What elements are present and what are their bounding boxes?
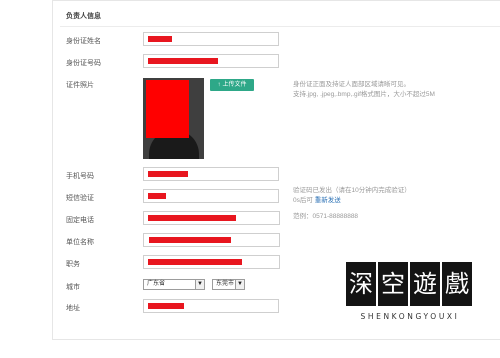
watermark-subtitle: SHENKONGYOUXI [360,312,460,321]
redacted-value [148,171,188,177]
redacted-value [148,215,236,221]
watermark-char: 遊 [410,262,440,306]
province-select-value: 广东省 [147,281,166,287]
id-photo-preview [143,78,204,159]
form-frame-left [52,0,53,340]
mobile-input[interactable] [143,167,279,181]
photo-hint-line2: 支持.jpg, .jpeg,.bmp,.gif格式图片，大小不超过5M [293,91,435,98]
watermark-logo: 深 空 遊 戲 SHENKONGYOUXI [346,262,474,325]
city-label: 城市 [66,284,80,291]
upload-button-label: 上传文件 [222,82,247,88]
redacted-value [149,237,231,243]
sms-code-input[interactable] [143,189,279,203]
sms-hint-line1: 验证码已发出（请在10分钟内完成验证） [293,187,411,194]
redacted-value [148,303,184,309]
watermark-char: 深 [346,262,376,306]
address-label: 地址 [66,305,80,312]
redacted-value [148,36,172,42]
photo-redaction [146,80,189,138]
mobile-label: 手机号码 [66,173,94,180]
landline-input[interactable] [143,211,280,225]
section-divider [60,26,500,27]
photo-hint-line1: 身份证正面及持证人面部区域请晰可见。 [293,81,410,88]
city-select[interactable]: 东莞市 ▼ [212,279,245,290]
id-photo-label: 证件照片 [66,82,94,89]
address-input[interactable] [143,299,279,313]
upload-file-button[interactable]: ↑ 上传文件 [210,79,254,91]
company-input[interactable] [143,233,280,247]
company-label: 单位名称 [66,239,94,246]
resend-link[interactable]: 重新发送 [315,197,341,204]
watermark-chars: 深 空 遊 戲 [346,262,474,306]
landline-hint: 范例：0571-88888888 [293,213,359,220]
photo-hint: 身份证正面及持证人面部区域请晰可见。 支持.jpg, .jpeg,.bmp,.g… [293,80,435,100]
id-number-label: 身份证号码 [66,60,101,67]
landline-label: 固定电话 [66,217,94,224]
chevron-down-icon: ▼ [235,280,244,289]
name-input[interactable] [143,32,279,46]
upload-arrow-icon: ↑ [217,82,221,88]
id-number-input[interactable] [143,54,279,68]
watermark-char: 空 [378,262,408,306]
sms-hint: 验证码已发出（请在10分钟内完成验证） 0s后可 重新发送 [293,186,411,206]
position-label: 职务 [66,261,80,268]
section-title: 负责人信息 [66,13,101,20]
redacted-value [148,259,242,265]
sms-label: 短信验证 [66,195,94,202]
watermark-char: 戲 [442,262,472,306]
position-input[interactable] [143,255,280,269]
redacted-value [148,58,218,64]
form-frame-bottom [52,339,500,340]
chevron-down-icon: ▼ [195,280,204,289]
redacted-value [148,193,166,199]
province-select[interactable]: 广东省 ▼ [143,279,205,290]
sms-countdown: 0s后可 [293,197,313,204]
form-frame-top [52,0,500,1]
name-label: 身份证姓名 [66,38,101,45]
city-select-value: 东莞市 [216,281,235,287]
